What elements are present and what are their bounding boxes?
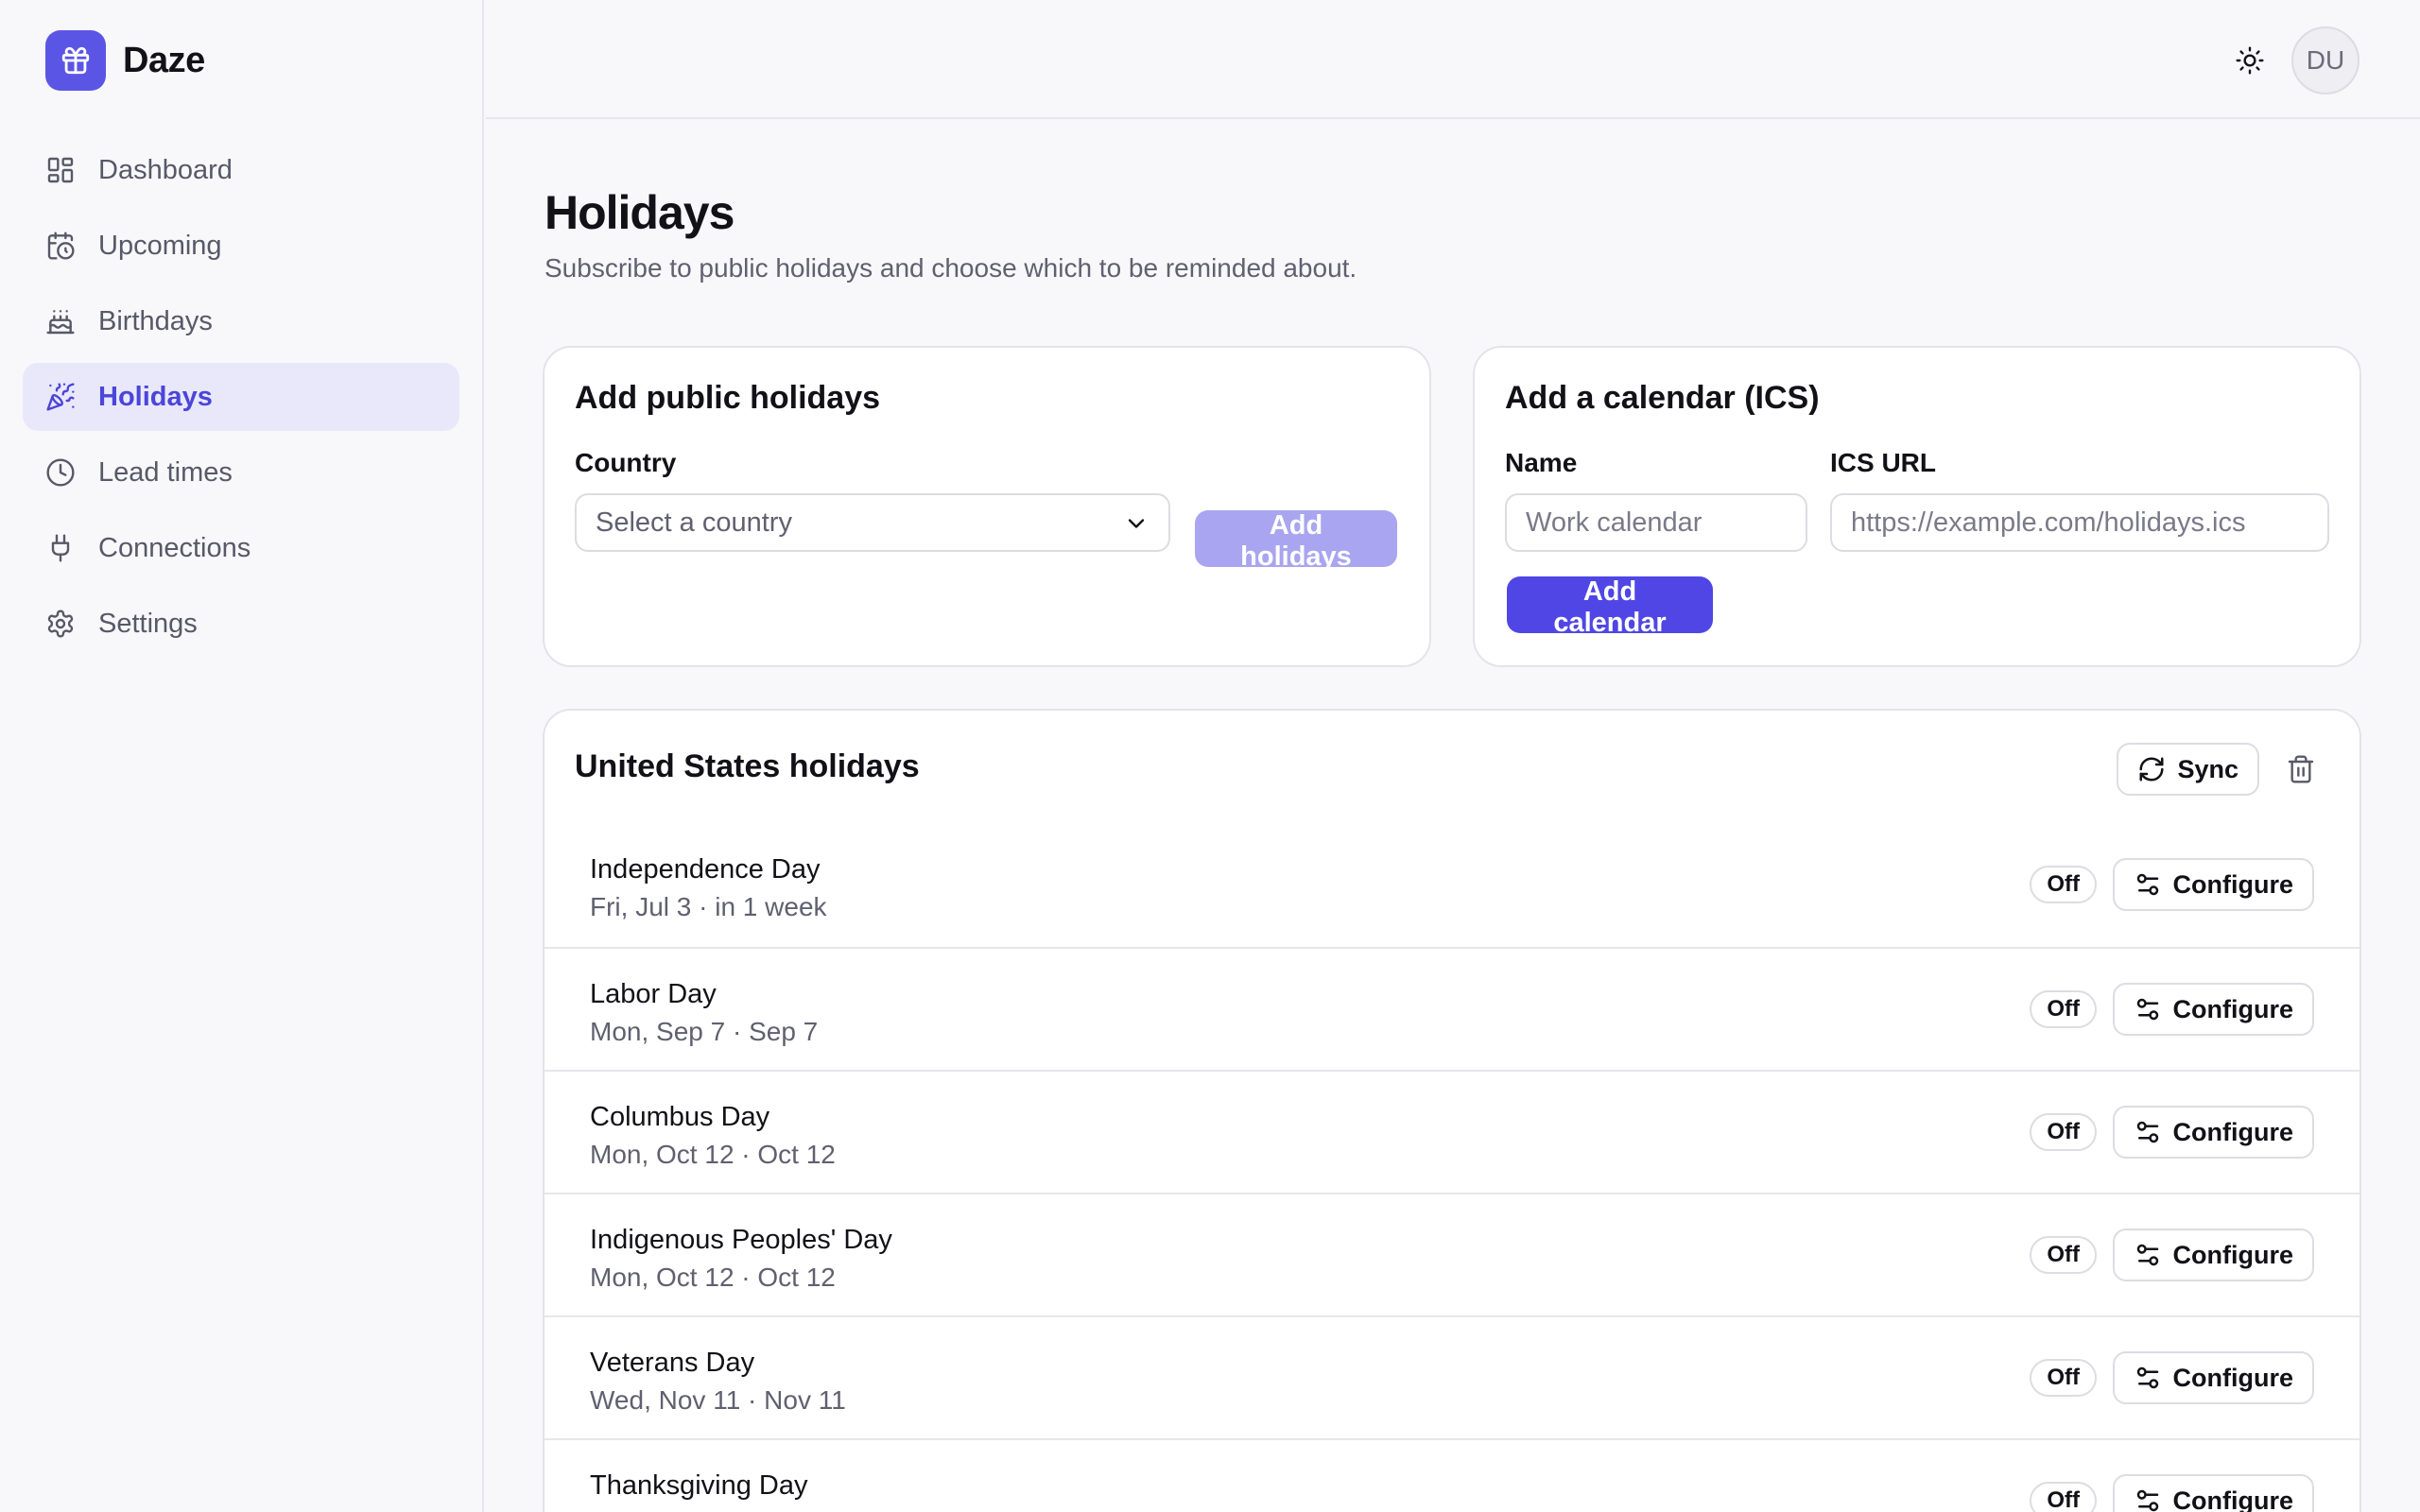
trash-icon xyxy=(2288,755,2314,783)
dashboard-icon xyxy=(47,157,74,183)
configure-label: Configure xyxy=(2172,1117,2294,1146)
add-holidays-button[interactable]: Add holidays xyxy=(1195,510,1397,572)
calendar-clock-icon xyxy=(47,232,75,260)
holiday-date: Mon, Oct 12 · Oct 12 xyxy=(590,1140,836,1169)
sidebar-item-label: Upcoming xyxy=(98,230,222,261)
reminder-status-badge: Off xyxy=(2030,990,2097,1028)
brand-name: Daze xyxy=(123,40,205,80)
ics-name-input[interactable] xyxy=(1505,493,1807,552)
page-subtitle: Subscribe to public holidays and choose … xyxy=(544,253,1357,283)
sliders-icon xyxy=(2136,998,2158,1021)
reminder-status-badge: Off xyxy=(2030,1359,2097,1397)
country-select[interactable]: Select a country xyxy=(575,493,1170,552)
sidebar-item-connections[interactable]: Connections xyxy=(23,514,459,582)
ics-url-input[interactable] xyxy=(1830,493,2329,552)
holiday-date: Fri, Jul 3 · in 1 week xyxy=(590,892,827,921)
add-public-holidays-card: Add public holidays Country Select a cou… xyxy=(543,346,1431,667)
sidebar-item-label: Settings xyxy=(98,608,198,639)
sidebar-nav: Dashboard Upcoming Birthdays Holidays Le… xyxy=(23,136,459,665)
delete-subscription-button[interactable] xyxy=(2282,750,2320,788)
configure-button[interactable]: Configure xyxy=(2112,1228,2314,1281)
holiday-row: Labor Day Mon, Sep 7 · Sep 7 Off Configu… xyxy=(544,947,2360,1070)
sun-icon xyxy=(2236,46,2264,75)
holiday-row: Indigenous Peoples' Day Mon, Oct 12 · Oc… xyxy=(544,1193,2360,1315)
chevron-down-icon xyxy=(1128,519,1145,528)
holiday-row: Veterans Day Wed, Nov 11 · Nov 11 Off Co… xyxy=(544,1315,2360,1438)
holiday-name: Indigenous Peoples' Day xyxy=(590,1225,892,1255)
configure-button[interactable]: Configure xyxy=(2112,983,2314,1036)
sliders-icon xyxy=(2136,1244,2158,1266)
sliders-icon xyxy=(2136,1489,2158,1512)
holiday-name: Labor Day xyxy=(590,979,717,1009)
sidebar-item-label: Connections xyxy=(98,532,251,563)
reminder-status-badge: Off xyxy=(2030,1236,2097,1274)
sidebar-item-birthdays[interactable]: Birthdays xyxy=(23,287,459,355)
configure-label: Configure xyxy=(2172,1363,2294,1392)
reminder-status-badge: Off xyxy=(2030,1482,2097,1512)
brand[interactable]: Daze xyxy=(45,30,205,91)
sidebar-item-label: Birthdays xyxy=(98,305,213,336)
united-states-holidays-card: United States holidays Sync Independence… xyxy=(543,709,2361,1512)
sync-button[interactable]: Sync xyxy=(2117,743,2259,796)
country-label: Country xyxy=(575,448,677,477)
holiday-list: Independence Day Fri, Jul 3 · in 1 week … xyxy=(544,824,2360,1512)
card-title: Add a calendar (ICS) xyxy=(1505,380,1820,416)
holiday-row: Independence Day Fri, Jul 3 · in 1 week … xyxy=(544,824,2360,947)
card-title: Add public holidays xyxy=(575,380,881,416)
add-calendar-button[interactable]: Add calendar xyxy=(1507,576,1713,638)
sidebar-item-dashboard[interactable]: Dashboard xyxy=(23,136,459,204)
holiday-name: Veterans Day xyxy=(590,1348,755,1378)
holiday-row: Thanksgiving Day Thu, Nov 26 · Nov 26 Of… xyxy=(544,1438,2360,1512)
sidebar-item-lead-times[interactable]: Lead times xyxy=(23,438,459,507)
sliders-icon xyxy=(2136,1366,2158,1389)
avatar[interactable]: DU xyxy=(2291,26,2360,94)
configure-label: Configure xyxy=(2172,994,2294,1023)
country-select-value: Select a country xyxy=(596,507,792,538)
sidebar-item-label: Dashboard xyxy=(98,154,233,185)
topbar: DU xyxy=(486,0,2420,119)
sidebar-item-label: Holidays xyxy=(98,381,213,412)
gift-icon xyxy=(45,30,106,91)
refresh-icon xyxy=(2139,757,2164,782)
gear-icon xyxy=(47,610,74,638)
cake-icon xyxy=(46,310,75,335)
sliders-icon xyxy=(2136,873,2158,896)
plug-icon xyxy=(51,534,70,562)
configure-label: Configure xyxy=(2172,869,2294,899)
holiday-name: Thanksgiving Day xyxy=(590,1470,808,1501)
theme-toggle-button[interactable] xyxy=(2231,42,2269,79)
sidebar-item-settings[interactable]: Settings xyxy=(23,590,459,658)
holiday-date: Thu, Nov 26 · Nov 26 xyxy=(590,1508,841,1512)
ics-url-label: ICS URL xyxy=(1830,448,1936,477)
holiday-date: Wed, Nov 11 · Nov 11 xyxy=(590,1385,846,1415)
ics-name-label: Name xyxy=(1505,448,1578,477)
party-popper-icon xyxy=(46,383,75,411)
configure-button[interactable]: Configure xyxy=(2112,1106,2314,1159)
add-ics-calendar-card: Add a calendar (ICS) Name ICS URL Add ca… xyxy=(1473,346,2361,667)
reminder-status-badge: Off xyxy=(2030,866,2097,903)
sidebar: Daze Dashboard Upcoming Birthdays Holida… xyxy=(0,0,484,1512)
configure-label: Configure xyxy=(2172,1240,2294,1269)
sidebar-item-label: Lead times xyxy=(98,456,233,488)
sliders-icon xyxy=(2136,1121,2158,1143)
holiday-name: Columbus Day xyxy=(590,1102,770,1132)
configure-button[interactable]: Configure xyxy=(2112,1474,2314,1512)
configure-button[interactable]: Configure xyxy=(2112,858,2314,911)
holiday-date: Mon, Sep 7 · Sep 7 xyxy=(590,1017,819,1046)
page-title: Holidays xyxy=(544,186,735,239)
sidebar-item-upcoming[interactable]: Upcoming xyxy=(23,212,459,280)
configure-button[interactable]: Configure xyxy=(2112,1351,2314,1404)
holiday-name: Independence Day xyxy=(590,854,821,885)
sync-label: Sync xyxy=(2177,754,2238,783)
clock-icon xyxy=(46,458,75,487)
reminder-status-badge: Off xyxy=(2030,1113,2097,1151)
holiday-date: Mon, Oct 12 · Oct 12 xyxy=(590,1263,836,1292)
holiday-row: Columbus Day Mon, Oct 12 · Oct 12 Off Co… xyxy=(544,1070,2360,1193)
card-title: United States holidays xyxy=(575,748,920,784)
sidebar-item-holidays[interactable]: Holidays xyxy=(23,363,459,431)
configure-label: Configure xyxy=(2172,1486,2294,1512)
